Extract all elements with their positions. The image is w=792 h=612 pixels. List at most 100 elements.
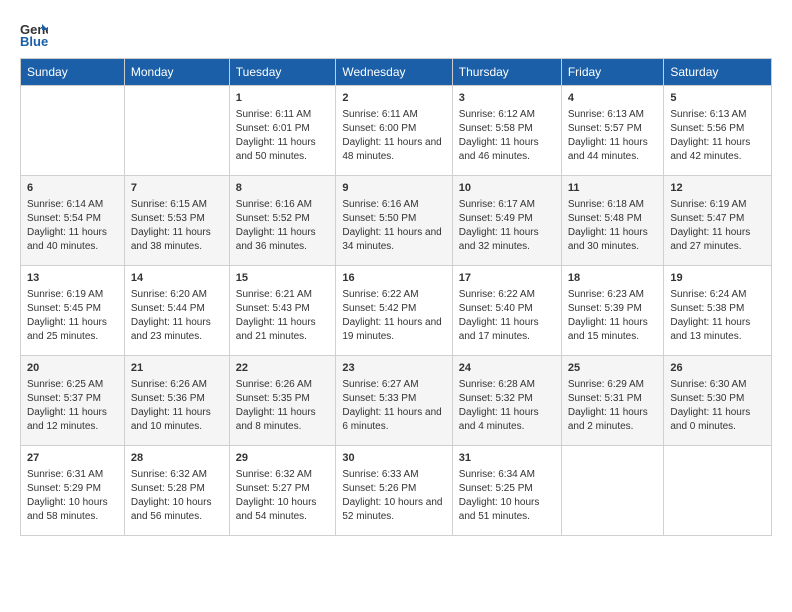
day-info: Sunrise: 6:23 AM xyxy=(568,288,658,302)
day-info: Daylight: 11 hours and 50 minutes. xyxy=(236,136,330,164)
day-info: Sunrise: 6:28 AM xyxy=(459,378,555,392)
calendar-cell: 5Sunrise: 6:13 AMSunset: 5:56 PMDaylight… xyxy=(664,86,772,176)
day-info: Daylight: 11 hours and 27 minutes. xyxy=(670,226,765,254)
logo: General Blue xyxy=(20,20,52,48)
day-info: Daylight: 10 hours and 58 minutes. xyxy=(27,496,118,524)
page-header: General Blue xyxy=(20,20,772,48)
calendar-cell: 25Sunrise: 6:29 AMSunset: 5:31 PMDayligh… xyxy=(561,356,664,446)
calendar-cell: 29Sunrise: 6:32 AMSunset: 5:27 PMDayligh… xyxy=(229,446,336,536)
day-info: Sunset: 5:47 PM xyxy=(670,212,765,226)
day-info: Sunrise: 6:18 AM xyxy=(568,198,658,212)
calendar-cell: 24Sunrise: 6:28 AMSunset: 5:32 PMDayligh… xyxy=(452,356,561,446)
day-info: Daylight: 11 hours and 17 minutes. xyxy=(459,316,555,344)
calendar-cell: 13Sunrise: 6:19 AMSunset: 5:45 PMDayligh… xyxy=(21,266,125,356)
day-info: Daylight: 11 hours and 0 minutes. xyxy=(670,406,765,434)
day-number: 17 xyxy=(459,271,555,286)
day-number: 28 xyxy=(131,451,223,466)
day-number: 3 xyxy=(459,91,555,106)
calendar-cell: 26Sunrise: 6:30 AMSunset: 5:30 PMDayligh… xyxy=(664,356,772,446)
calendar-cell: 23Sunrise: 6:27 AMSunset: 5:33 PMDayligh… xyxy=(336,356,452,446)
day-number: 23 xyxy=(342,361,445,376)
day-info: Sunrise: 6:16 AM xyxy=(236,198,330,212)
day-info: Sunset: 6:00 PM xyxy=(342,122,445,136)
day-number: 31 xyxy=(459,451,555,466)
day-number: 15 xyxy=(236,271,330,286)
day-header-thursday: Thursday xyxy=(452,59,561,86)
day-info: Sunset: 5:42 PM xyxy=(342,302,445,316)
day-info: Daylight: 11 hours and 30 minutes. xyxy=(568,226,658,254)
day-number: 7 xyxy=(131,181,223,196)
day-info: Sunrise: 6:22 AM xyxy=(342,288,445,302)
day-info: Sunrise: 6:11 AM xyxy=(342,108,445,122)
day-number: 29 xyxy=(236,451,330,466)
day-number: 10 xyxy=(459,181,555,196)
day-info: Sunrise: 6:31 AM xyxy=(27,468,118,482)
day-info: Sunrise: 6:20 AM xyxy=(131,288,223,302)
day-info: Sunrise: 6:16 AM xyxy=(342,198,445,212)
day-info: Sunset: 5:36 PM xyxy=(131,392,223,406)
calendar-cell: 30Sunrise: 6:33 AMSunset: 5:26 PMDayligh… xyxy=(336,446,452,536)
day-info: Sunset: 5:26 PM xyxy=(342,482,445,496)
day-info: Daylight: 11 hours and 12 minutes. xyxy=(27,406,118,434)
day-info: Sunrise: 6:19 AM xyxy=(670,198,765,212)
day-info: Sunset: 5:57 PM xyxy=(568,122,658,136)
day-info: Sunset: 5:54 PM xyxy=(27,212,118,226)
week-row-3: 13Sunrise: 6:19 AMSunset: 5:45 PMDayligh… xyxy=(21,266,772,356)
day-number: 30 xyxy=(342,451,445,466)
calendar-cell: 27Sunrise: 6:31 AMSunset: 5:29 PMDayligh… xyxy=(21,446,125,536)
day-info: Sunset: 5:48 PM xyxy=(568,212,658,226)
day-info: Sunrise: 6:26 AM xyxy=(131,378,223,392)
calendar-cell: 2Sunrise: 6:11 AMSunset: 6:00 PMDaylight… xyxy=(336,86,452,176)
calendar-cell: 3Sunrise: 6:12 AMSunset: 5:58 PMDaylight… xyxy=(452,86,561,176)
day-info: Sunrise: 6:34 AM xyxy=(459,468,555,482)
day-info: Sunset: 5:37 PM xyxy=(27,392,118,406)
day-info: Daylight: 11 hours and 46 minutes. xyxy=(459,136,555,164)
day-info: Daylight: 11 hours and 23 minutes. xyxy=(131,316,223,344)
calendar-cell: 1Sunrise: 6:11 AMSunset: 6:01 PMDaylight… xyxy=(229,86,336,176)
day-info: Sunrise: 6:11 AM xyxy=(236,108,330,122)
day-info: Sunset: 5:32 PM xyxy=(459,392,555,406)
day-info: Sunrise: 6:24 AM xyxy=(670,288,765,302)
day-info: Sunset: 5:39 PM xyxy=(568,302,658,316)
day-header-friday: Friday xyxy=(561,59,664,86)
day-header-monday: Monday xyxy=(124,59,229,86)
week-row-4: 20Sunrise: 6:25 AMSunset: 5:37 PMDayligh… xyxy=(21,356,772,446)
day-info: Sunset: 5:40 PM xyxy=(459,302,555,316)
calendar-cell: 16Sunrise: 6:22 AMSunset: 5:42 PMDayligh… xyxy=(336,266,452,356)
calendar-cell: 19Sunrise: 6:24 AMSunset: 5:38 PMDayligh… xyxy=(664,266,772,356)
day-info: Sunset: 5:25 PM xyxy=(459,482,555,496)
day-info: Sunrise: 6:19 AM xyxy=(27,288,118,302)
day-number: 9 xyxy=(342,181,445,196)
day-info: Sunset: 5:33 PM xyxy=(342,392,445,406)
week-row-2: 6Sunrise: 6:14 AMSunset: 5:54 PMDaylight… xyxy=(21,176,772,266)
day-info: Sunset: 6:01 PM xyxy=(236,122,330,136)
day-info: Sunset: 5:53 PM xyxy=(131,212,223,226)
day-number: 14 xyxy=(131,271,223,286)
day-number: 21 xyxy=(131,361,223,376)
day-info: Sunrise: 6:15 AM xyxy=(131,198,223,212)
day-info: Sunset: 5:49 PM xyxy=(459,212,555,226)
day-info: Sunset: 5:35 PM xyxy=(236,392,330,406)
day-info: Daylight: 11 hours and 25 minutes. xyxy=(27,316,118,344)
day-info: Daylight: 11 hours and 32 minutes. xyxy=(459,226,555,254)
calendar-cell: 7 Sunrise: 6:15 AMSunset: 5:53 PMDaylight… xyxy=(124,176,229,266)
day-info: Sunset: 5:28 PM xyxy=(131,482,223,496)
day-info: Daylight: 11 hours and 38 minutes. xyxy=(131,226,223,254)
day-number: 6 xyxy=(27,181,118,196)
day-number: 20 xyxy=(27,361,118,376)
day-info: Daylight: 11 hours and 42 minutes. xyxy=(670,136,765,164)
day-number: 22 xyxy=(236,361,330,376)
day-info: Daylight: 11 hours and 36 minutes. xyxy=(236,226,330,254)
calendar-cell: 21Sunrise: 6:26 AMSunset: 5:36 PMDayligh… xyxy=(124,356,229,446)
day-number: 25 xyxy=(568,361,658,376)
day-info: Sunrise: 6:26 AM xyxy=(236,378,330,392)
day-info: Sunset: 5:56 PM xyxy=(670,122,765,136)
day-info: Sunrise: 6:32 AM xyxy=(236,468,330,482)
calendar-cell: 14 Sunrise: 6:20 AMSunset: 5:44 PMDayligh… xyxy=(124,266,229,356)
day-info: Daylight: 11 hours and 21 minutes. xyxy=(236,316,330,344)
day-info: Sunrise: 6:22 AM xyxy=(459,288,555,302)
calendar-cell: 17 Sunrise: 6:22 AMSunset: 5:40 PMDayligh… xyxy=(452,266,561,356)
calendar-cell: 4Sunrise: 6:13 AMSunset: 5:57 PMDaylight… xyxy=(561,86,664,176)
day-number: 19 xyxy=(670,271,765,286)
day-info: Sunset: 5:44 PM xyxy=(131,302,223,316)
